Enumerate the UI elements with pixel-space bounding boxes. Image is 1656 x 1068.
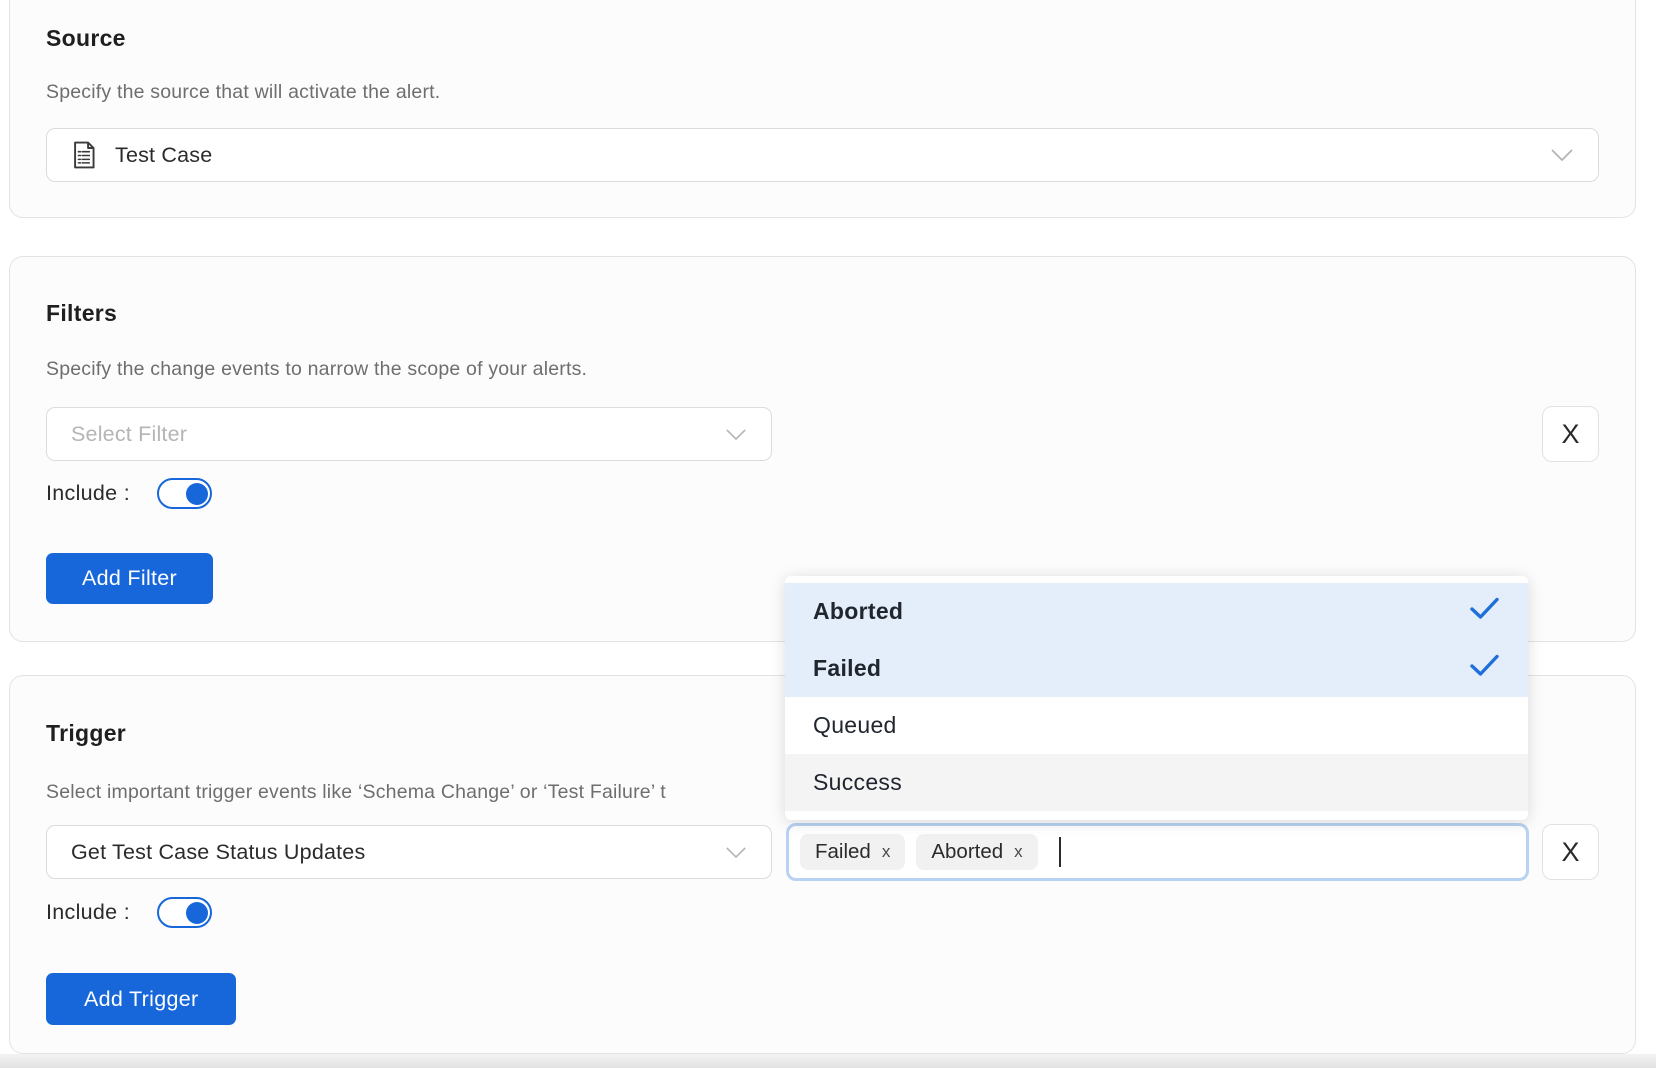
chevron-down-icon: [725, 846, 747, 859]
source-title: Source: [46, 24, 1599, 52]
include-label: Include :: [46, 900, 130, 925]
text-cursor: [1059, 837, 1061, 867]
source-select[interactable]: Test Case: [46, 128, 1599, 182]
trigger-select[interactable]: Get Test Case Status Updates: [46, 825, 772, 879]
filter-include-row: Include :: [46, 478, 1599, 509]
toggle-knob: [186, 483, 208, 505]
chevron-down-icon: [1550, 148, 1574, 162]
add-trigger-button[interactable]: Add Trigger: [46, 973, 236, 1025]
tag-failed: Failed x: [800, 834, 905, 870]
filters-description: Specify the change events to narrow the …: [46, 357, 1599, 381]
include-label: Include :: [46, 481, 130, 506]
option-failed[interactable]: Failed: [785, 640, 1528, 697]
filter-select[interactable]: Select Filter: [46, 407, 772, 461]
source-select-value: Test Case: [115, 143, 1534, 168]
filter-select-placeholder: Select Filter: [71, 422, 709, 447]
remove-filter-button[interactable]: X: [1542, 406, 1599, 462]
chevron-down-icon: [725, 428, 747, 441]
close-x-icon: X: [1561, 419, 1579, 450]
option-label: Failed: [813, 655, 881, 682]
test-case-document-icon: [71, 141, 97, 169]
trigger-status-multiselect[interactable]: Failed x Aborted x: [786, 823, 1529, 881]
add-filter-button[interactable]: Add Filter: [46, 553, 213, 604]
filter-row: Select Filter X: [46, 406, 1599, 462]
option-queued[interactable]: Queued: [785, 697, 1528, 754]
tag-remove-icon[interactable]: x: [1014, 842, 1023, 862]
close-x-icon: X: [1561, 837, 1579, 868]
option-label: Success: [813, 769, 902, 796]
remove-trigger-button[interactable]: X: [1542, 824, 1599, 880]
page-bottom-edge: [0, 1054, 1656, 1068]
filter-include-toggle[interactable]: [157, 478, 212, 509]
status-dropdown-menu: Aborted Failed Queued Success: [785, 576, 1528, 820]
tag-label: Aborted: [931, 840, 1003, 864]
option-success[interactable]: Success: [785, 754, 1528, 811]
toggle-knob: [186, 902, 208, 924]
source-description: Specify the source that will activate th…: [46, 80, 1599, 104]
option-label: Queued: [813, 712, 897, 739]
trigger-select-value: Get Test Case Status Updates: [71, 840, 709, 865]
check-icon: [1469, 596, 1500, 627]
trigger-row: Get Test Case Status Updates Failed x Ab…: [46, 823, 1599, 881]
trigger-include-toggle[interactable]: [157, 897, 212, 928]
filters-title: Filters: [46, 299, 1599, 327]
tag-aborted: Aborted x: [916, 834, 1037, 870]
trigger-include-row: Include :: [46, 897, 1599, 928]
source-section: Source Specify the source that will acti…: [9, 0, 1636, 218]
option-label: Aborted: [813, 598, 903, 625]
option-aborted[interactable]: Aborted: [785, 583, 1528, 640]
tag-label: Failed: [815, 840, 871, 864]
tag-remove-icon[interactable]: x: [882, 842, 891, 862]
check-icon: [1469, 653, 1500, 684]
